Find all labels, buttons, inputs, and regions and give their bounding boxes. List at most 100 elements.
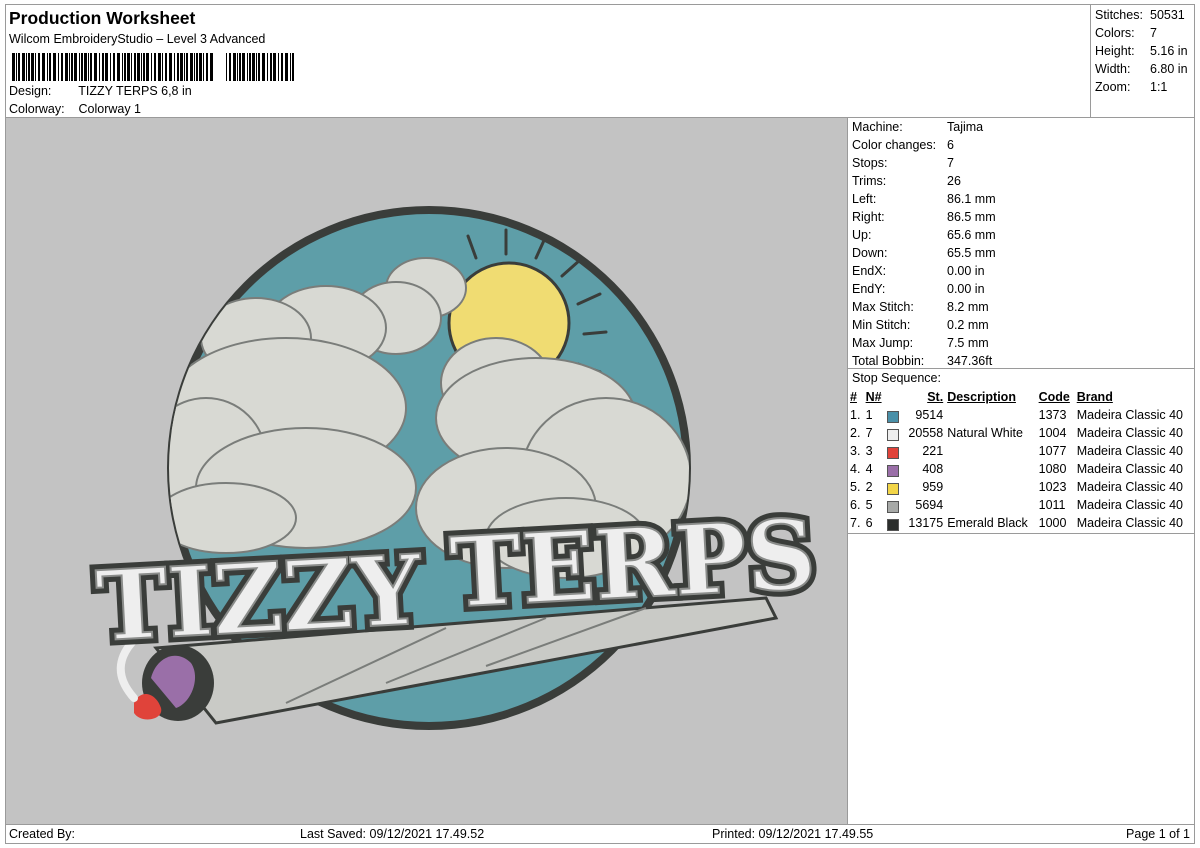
row-code: 1011 — [1038, 498, 1066, 512]
table-row: 4. 4 408 1080 Madeira Classic 40 — [848, 460, 1194, 478]
table-header-row: # N# St. Description Code Brand — [848, 388, 1194, 406]
info-label: Color changes: — [852, 138, 937, 152]
machine-info-panel: Machine: Tajima Color changes: 6 Stops: 7 Trim… — [847, 117, 1195, 825]
design-row: Design: TIZZY TERPS 6,8 in — [9, 84, 192, 98]
row-stitches: 5694 — [885, 496, 945, 514]
color-swatch — [887, 410, 900, 423]
lettering-word-2: TERPS — [447, 498, 818, 630]
row-index: 5. — [850, 480, 861, 494]
row-needle: 1 — [865, 408, 873, 422]
row-description — [945, 460, 1036, 478]
info-label: Right: — [852, 210, 885, 224]
divider — [848, 368, 1194, 369]
info-value: 347.36ft — [947, 354, 993, 368]
info-label: Up: — [852, 228, 872, 242]
stat-height: Height: 5.16 in — [1095, 44, 1188, 58]
stat-stitches: Stitches: 50531 — [1095, 8, 1185, 22]
stat-zoom: Zoom: 1:1 — [1095, 80, 1168, 94]
machine-info-row: EndX: 0.00 in — [852, 264, 985, 278]
stitch-count: 221 — [922, 443, 944, 458]
col-needle: N# — [865, 390, 882, 404]
info-value: 86.1 mm — [947, 192, 996, 206]
machine-info-row: Max Stitch: 8.2 mm — [852, 300, 989, 314]
info-value: 86.5 mm — [947, 210, 996, 224]
row-stitches: 9514 — [885, 406, 945, 424]
col-index: # — [850, 390, 857, 404]
stitch-count: 408 — [922, 461, 944, 476]
info-label: Max Stitch: — [852, 300, 914, 314]
info-label: Left: — [852, 192, 877, 206]
row-stitches: 221 — [885, 442, 945, 460]
machine-info-row: Machine: Tajima — [852, 120, 983, 134]
row-brand: Madeira Classic 40 — [1076, 426, 1184, 440]
row-description: Natural White — [947, 426, 1023, 440]
machine-info-row: Color changes: 6 — [852, 138, 954, 152]
color-swatch — [887, 482, 900, 495]
info-value: 6 — [947, 138, 954, 152]
row-brand: Madeira Classic 40 — [1076, 408, 1184, 422]
software-name: Wilcom EmbroideryStudio – Level 3 Advanc… — [9, 32, 266, 46]
row-index: 7. — [850, 516, 861, 530]
row-description — [945, 496, 1036, 514]
worksheet-title: Production Worksheet — [9, 8, 196, 28]
row-code: 1004 — [1038, 426, 1067, 440]
table-row: 5. 2 959 1023 Madeira Classic 40 — [848, 478, 1194, 496]
row-code: 1000 — [1038, 516, 1067, 530]
info-value: 8.2 mm — [947, 300, 989, 314]
info-label: Max Jump: — [852, 336, 914, 350]
stat-colors: Colors: 7 — [1095, 26, 1157, 40]
table-row: 2. 7 20558 Natural White 1004 Madeira Classic… — [848, 424, 1194, 442]
row-code: 1023 — [1038, 480, 1067, 494]
info-label: Min Stitch: — [852, 318, 911, 332]
created-by: Created By: — [9, 827, 76, 841]
design-label: Design: — [9, 84, 52, 98]
row-brand: Madeira Classic 40 — [1076, 462, 1184, 476]
color-swatch — [887, 428, 900, 441]
row-code: 1080 — [1038, 462, 1067, 476]
stop-sequence-table: # N# St. Description Code Brand 1. 1 9514 1… — [848, 388, 1194, 532]
machine-info-row: EndY: 0.00 in — [852, 282, 985, 296]
row-index: 1. — [850, 408, 861, 422]
info-label: Stops: — [852, 156, 888, 170]
row-description — [945, 406, 1036, 424]
info-value: 0.00 in — [947, 264, 985, 278]
design-value: TIZZY TERPS 6,8 in — [78, 84, 192, 98]
info-value: 26 — [947, 174, 961, 188]
table-row: 3. 3 221 1077 Madeira Classic 40 — [848, 442, 1194, 460]
colorway-row: Colorway: Colorway 1 — [9, 102, 141, 116]
row-stitches: 13175 — [885, 514, 945, 532]
info-label: Machine: — [852, 120, 903, 134]
embroidery-design: TIZZY TIZZY TERPS TERPS — [88, 206, 825, 730]
info-label: Down: — [852, 246, 888, 260]
row-needle: 5 — [865, 498, 873, 512]
color-swatch — [887, 518, 900, 531]
row-index: 2. — [850, 426, 861, 440]
row-index: 3. — [850, 444, 861, 458]
row-needle: 7 — [865, 426, 873, 440]
info-label: EndY: — [852, 282, 886, 296]
machine-info-row: Min Stitch: 0.2 mm — [852, 318, 989, 332]
row-code: 1373 — [1038, 408, 1067, 422]
machine-info-row: Left: 86.1 mm — [852, 192, 996, 206]
stitch-count: 959 — [922, 479, 944, 494]
stat-width: Width: 6.80 in — [1095, 62, 1188, 76]
stitch-count: 13175 — [908, 515, 944, 530]
col-stitches: St. — [927, 390, 944, 404]
row-needle: 4 — [865, 462, 873, 476]
info-label: Total Bobbin: — [852, 354, 925, 368]
info-value: 0.00 in — [947, 282, 985, 296]
row-description — [945, 442, 1036, 460]
row-index: 4. — [850, 462, 861, 476]
table-row: 6. 5 5694 1011 Madeira Classic 40 — [848, 496, 1194, 514]
stitch-count: 5694 — [915, 497, 944, 512]
stitch-count: 9514 — [915, 407, 944, 422]
color-swatch — [887, 464, 900, 477]
col-code: Code — [1038, 390, 1070, 404]
row-stitches: 408 — [885, 460, 945, 478]
table-row: 7. 6 13175 Emerald Black 1000 Madeira Classic… — [848, 514, 1194, 532]
info-value: 65.5 mm — [947, 246, 996, 260]
info-value: 0.2 mm — [947, 318, 989, 332]
row-brand: Madeira Classic 40 — [1076, 444, 1184, 458]
info-value: 7 — [947, 156, 954, 170]
row-brand: Madeira Classic 40 — [1076, 498, 1184, 512]
